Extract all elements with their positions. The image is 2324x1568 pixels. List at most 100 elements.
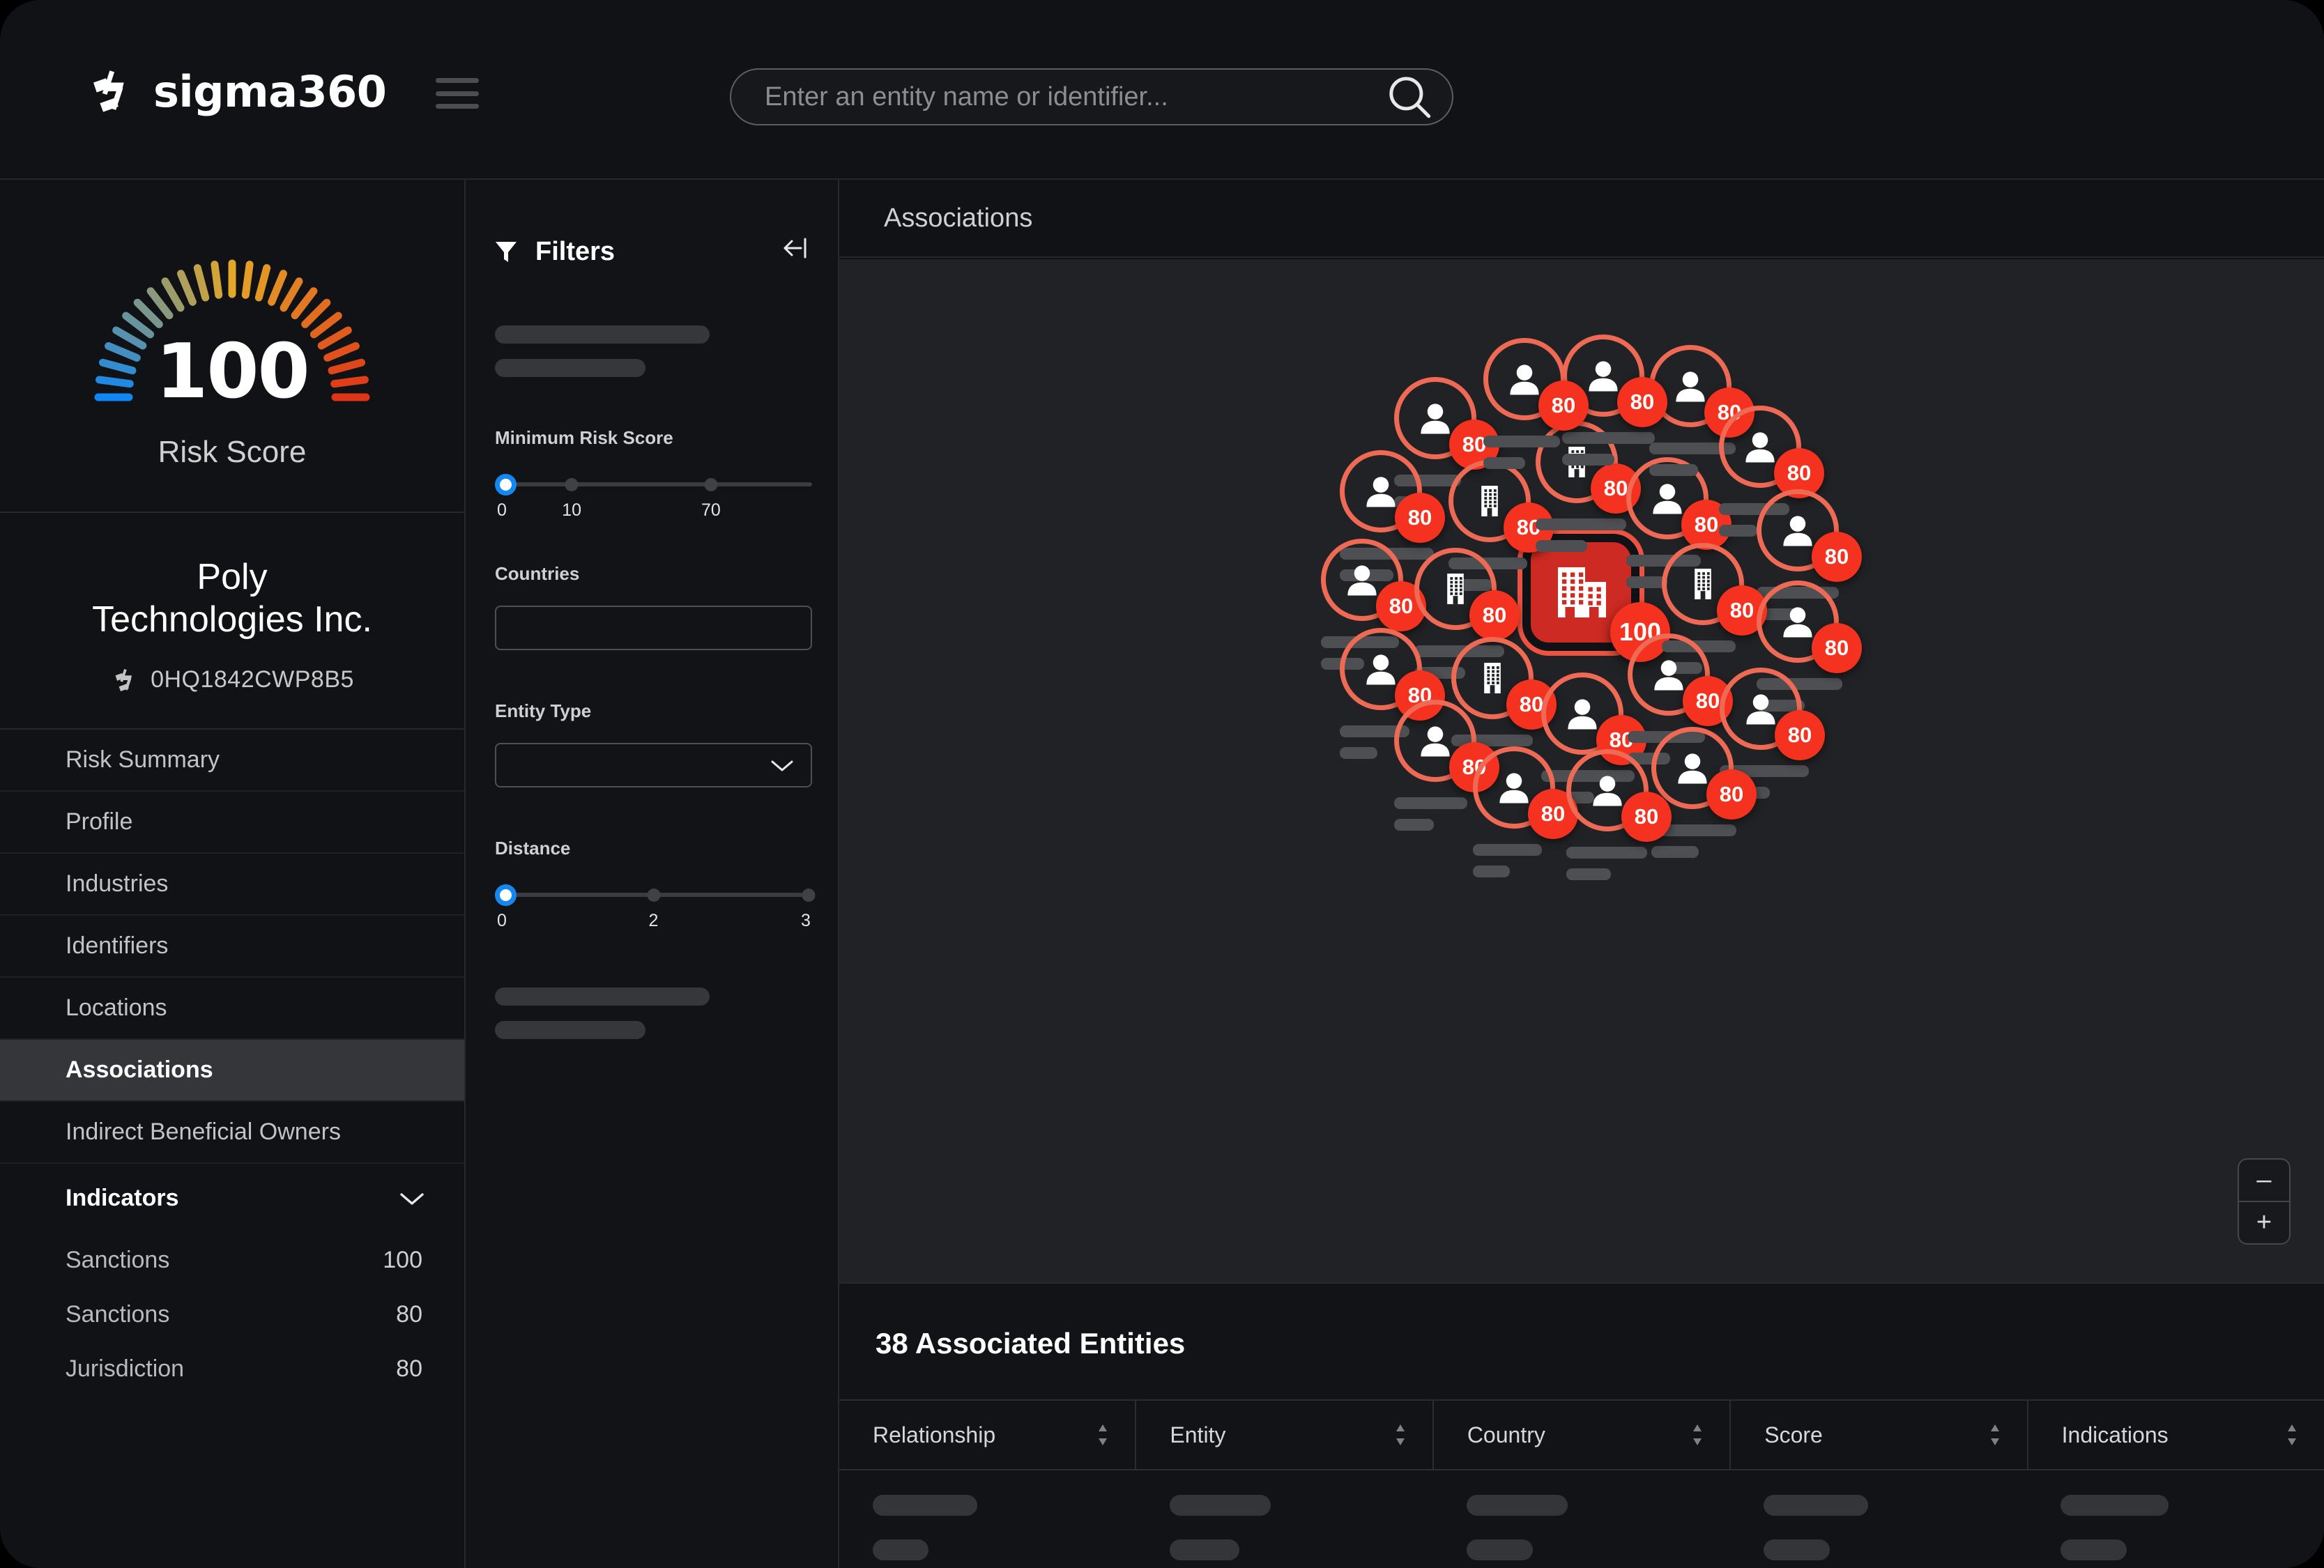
- distance-slider[interactable]: 0 2 3: [495, 884, 816, 930]
- building-icon: [1484, 663, 1501, 693]
- graph-node-person[interactable]: 80: [1628, 633, 1733, 726]
- chevron-down-icon[interactable]: [769, 757, 795, 774]
- sidebar-item-locations[interactable]: Locations: [0, 978, 464, 1040]
- graph-node-person[interactable]: 80: [1541, 672, 1646, 765]
- slider-thumb[interactable]: [495, 474, 517, 495]
- column-label: Relationship: [873, 1422, 996, 1447]
- zoom-out-button[interactable]: –: [2239, 1160, 2289, 1202]
- slider-tick-label: 0: [497, 911, 507, 930]
- graph-node-person[interactable]: 80: [1566, 749, 1672, 842]
- funnel-icon: [496, 241, 517, 262]
- sort-arrows-icon[interactable]: [2285, 1423, 2299, 1447]
- table-cell-skeleton: [1433, 1539, 1730, 1560]
- person-icon: [1745, 432, 1775, 463]
- table-column-country[interactable]: Country: [1434, 1401, 1731, 1469]
- search-input[interactable]: [731, 82, 1384, 112]
- sidebar-item-associations[interactable]: Associations: [0, 1039, 464, 1102]
- graph-node[interactable]: 80: [1394, 700, 1499, 840]
- table-row[interactable]: [839, 1528, 2324, 1568]
- content-tabbar: Associations: [839, 180, 2324, 258]
- graph-node[interactable]: 80: [1651, 727, 1757, 868]
- sigma-logo-icon: [93, 70, 124, 112]
- graph-node-person[interactable]: 80: [1321, 539, 1426, 631]
- tab-associations[interactable]: Associations: [839, 203, 1032, 233]
- table-cell-skeleton: [1730, 1539, 2027, 1560]
- graph-node[interactable]: 80: [1566, 749, 1672, 890]
- graph-node-person[interactable]: 80: [1394, 377, 1499, 470]
- collapse-left-icon[interactable]: [778, 234, 809, 262]
- sort-arrows-icon[interactable]: [1393, 1423, 1407, 1447]
- table-cell-skeleton: [839, 1539, 1136, 1560]
- table-column-score[interactable]: Score: [1731, 1401, 2028, 1469]
- slider-tick-label: 3: [800, 911, 811, 930]
- brand-logo[interactable]: sigma360: [84, 64, 387, 118]
- table-column-indications[interactable]: Indications: [2028, 1401, 2324, 1469]
- indicators-list: Sanctions 100 Sanctions 80 Jurisdiction 80: [0, 1233, 464, 1397]
- graph-node-person[interactable]: 80: [1719, 406, 1824, 498]
- graph-node-person[interactable]: 80: [1757, 581, 1862, 673]
- indicator-row[interactable]: Jurisdiction 80: [0, 1342, 464, 1397]
- person-icon: [1589, 361, 1618, 392]
- sidebar-item-profile[interactable]: Profile: [0, 792, 464, 854]
- countries-input[interactable]: [495, 606, 812, 650]
- global-search[interactable]: [730, 68, 1453, 125]
- sidebar-item-indirect-beneficial-owners[interactable]: Indirect Beneficial Owners: [0, 1102, 464, 1164]
- node-label-skeleton: [1562, 432, 1655, 466]
- graph-node-organization[interactable]: 80: [1414, 548, 1520, 640]
- filter-skeleton-bar: [495, 987, 710, 1006]
- table-column-entity[interactable]: Entity: [1136, 1401, 1434, 1469]
- sidebar-item-identifiers[interactable]: Identifiers: [0, 916, 464, 978]
- entity-header: Poly Technologies Inc. 0HQ1842CWP8B5: [0, 513, 464, 728]
- person-icon: [1499, 773, 1529, 804]
- node-score-badge: 80: [1706, 769, 1757, 820]
- associations-graph[interactable]: 100 80 80 80 80 80 80 80 80 80 80 80 80 …: [839, 259, 2324, 1282]
- graph-node-person[interactable]: 80: [1651, 727, 1757, 820]
- graph-edges: [839, 259, 1048, 364]
- entity-type-select[interactable]: [495, 743, 812, 787]
- graph-node-person[interactable]: 80: [1394, 700, 1499, 792]
- sort-arrows-icon[interactable]: [1988, 1423, 2002, 1447]
- indicators-section-toggle[interactable]: Indicators: [0, 1164, 464, 1233]
- sidebar-item-label: Profile: [66, 808, 133, 835]
- building-icon: [1481, 486, 1498, 516]
- table-cell-skeleton: [2027, 1539, 2324, 1560]
- table-row[interactable]: [839, 1483, 2324, 1528]
- node-score-badge: 80: [1812, 532, 1862, 582]
- node-score-badge: 80: [1621, 792, 1672, 842]
- graph-node-organization[interactable]: 80: [1662, 543, 1767, 636]
- filters-title: Filters: [535, 237, 616, 266]
- graph-node-person[interactable]: 80: [1483, 338, 1589, 431]
- zoom-in-button[interactable]: +: [2239, 1202, 2289, 1243]
- chevron-down-icon[interactable]: [399, 1190, 425, 1207]
- indicator-row[interactable]: Sanctions 100: [0, 1233, 464, 1288]
- sidebar-item-industries[interactable]: Industries: [0, 854, 464, 916]
- table-cell-skeleton: [1433, 1495, 1730, 1516]
- graph-node[interactable]: 80: [1483, 338, 1589, 479]
- graph-node-person[interactable]: 80: [1473, 746, 1578, 839]
- search-icon[interactable]: [1384, 71, 1435, 123]
- entity-type-label: Entity Type: [495, 700, 592, 721]
- column-label: Indications: [2061, 1422, 2169, 1447]
- filter-skeleton-bar: [495, 1021, 645, 1039]
- table-column-relationship[interactable]: Relationship: [839, 1401, 1137, 1469]
- column-label: Entity: [1170, 1422, 1226, 1447]
- hamburger-icon[interactable]: [436, 78, 479, 109]
- gauge-label: Risk Score: [158, 435, 307, 469]
- slider-thumb[interactable]: [495, 884, 517, 906]
- person-icon: [1510, 364, 1539, 395]
- slider-tick-label: 0: [497, 500, 507, 520]
- indicator-row[interactable]: Sanctions 80: [0, 1288, 464, 1342]
- indicators-title: Indicators: [66, 1185, 179, 1212]
- graph-node-person[interactable]: 80: [1757, 489, 1862, 582]
- indicator-value: 80: [396, 1355, 422, 1383]
- graph-node[interactable]: 80: [1473, 746, 1578, 887]
- sort-arrows-icon[interactable]: [1096, 1423, 1110, 1447]
- entity-sidebar: 100 Risk Score Poly Technologies Inc. 0H…: [0, 180, 466, 1568]
- graph-node-person[interactable]: 80: [1340, 628, 1445, 721]
- graph-node-person[interactable]: 80: [1340, 450, 1445, 543]
- sidebar-item-risk-summary[interactable]: Risk Summary: [0, 730, 464, 792]
- sort-arrows-icon[interactable]: [1690, 1423, 1704, 1447]
- slider-tick-dot: [647, 889, 660, 902]
- min-risk-score-slider[interactable]: 0 10 70: [495, 474, 812, 520]
- person-icon: [1678, 753, 1707, 784]
